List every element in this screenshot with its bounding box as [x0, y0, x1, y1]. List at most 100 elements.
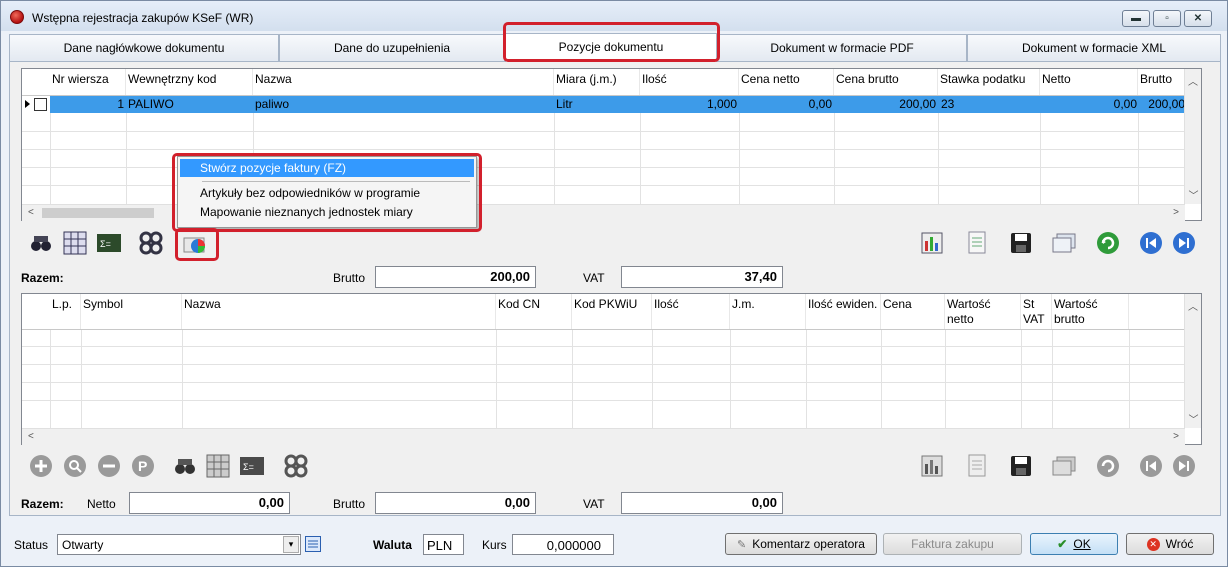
col-cena-netto[interactable]: Cena netto: [739, 69, 834, 95]
calculator-icon[interactable]: Σ=: [95, 229, 123, 257]
windows-icon[interactable]: [1050, 229, 1078, 257]
grid-line: [806, 330, 807, 428]
refresh-icon[interactable]: [1094, 452, 1122, 480]
scroll-left-icon[interactable]: <: [28, 431, 34, 442]
invoice-items-grid[interactable]: L.p. Symbol Nazwa Kod CN Kod PKWiU Ilość…: [21, 293, 1202, 445]
col-wartosc-netto[interactable]: Wartość netto: [945, 294, 1021, 329]
col-netto[interactable]: Netto: [1040, 69, 1138, 95]
col-nazwa[interactable]: Nazwa: [182, 294, 496, 329]
col-nr-wiersza[interactable]: Nr wiersza: [50, 69, 126, 95]
col-kod-pkwiu[interactable]: Kod PKWiU: [572, 294, 652, 329]
chevron-down-icon[interactable]: ▾: [283, 536, 299, 553]
scroll-left-icon[interactable]: <: [28, 207, 34, 218]
menu-item-mapowanie-jednostek[interactable]: Mapowanie nieznanych jednostek miary: [180, 203, 474, 221]
ok-label: OK: [1073, 537, 1091, 551]
col-cena-brutto[interactable]: Cena brutto: [834, 69, 938, 95]
cell-nr: 1: [117, 97, 124, 111]
maximize-button[interactable]: ▫: [1153, 10, 1181, 27]
tab-dokument-xml[interactable]: Dokument w formacie XML: [967, 34, 1221, 61]
table-grid-icon[interactable]: [61, 229, 89, 257]
calculator-icon[interactable]: Σ=: [238, 452, 266, 480]
list-icon[interactable]: [305, 536, 321, 552]
document-icon[interactable]: [963, 229, 991, 257]
minimize-button[interactable]: ▬: [1122, 10, 1150, 27]
cell-kod: PALIWO: [128, 97, 174, 111]
grid-line: [739, 113, 740, 204]
cell-netto: 0,00: [1113, 97, 1137, 111]
ok-button[interactable]: ✔ OK: [1030, 533, 1118, 555]
menu-item-artykuly-bez-odpowiednikow[interactable]: Artykuły bez odpowiedników w programie: [180, 184, 474, 202]
horizontal-scrollbar[interactable]: < >: [22, 428, 1185, 445]
binoculars-icon[interactable]: [27, 229, 55, 257]
zoom-icon[interactable]: [61, 452, 89, 480]
save-icon[interactable]: [1007, 452, 1035, 480]
table-row[interactable]: 1 PALIWO paliwo Litr 1,000 0,00 200,00 2…: [50, 96, 1185, 113]
windows-icon[interactable]: [1050, 452, 1078, 480]
p-icon[interactable]: P: [129, 452, 157, 480]
col-nazwa[interactable]: Nazwa: [253, 69, 554, 95]
menu-item-stworz-pozycje[interactable]: Stwórz pozycje faktury (FZ): [180, 159, 474, 177]
tab-pozycje-dokumentu[interactable]: Pozycje dokumentu: [505, 33, 717, 62]
cell-cena-netto: 0,00: [808, 97, 832, 111]
col-wartosc-brutto[interactable]: Wartość brutto: [1052, 294, 1129, 329]
last-record-icon[interactable]: [1170, 452, 1198, 480]
grid-line: [652, 330, 653, 428]
komentarz-operatora-button[interactable]: ✎ Komentarz operatora: [725, 533, 877, 555]
brutto-label: Brutto: [333, 271, 366, 285]
grid-line: [938, 113, 939, 204]
remove-icon[interactable]: [95, 452, 123, 480]
waluta-field[interactable]: PLN: [423, 534, 464, 555]
binoculars-icon[interactable]: [171, 452, 199, 480]
vertical-scrollbar[interactable]: ︿ ﹀: [1184, 69, 1201, 204]
col-lp[interactable]: L.p.: [50, 294, 81, 329]
first-record-icon[interactable]: [1137, 229, 1165, 257]
close-button[interactable]: ✕: [1184, 10, 1212, 27]
status-select[interactable]: Otwarty ▾: [57, 534, 301, 555]
svg-text:P: P: [138, 458, 147, 474]
col-cena[interactable]: Cena: [881, 294, 945, 329]
tab-dane-do-uzupelnienia[interactable]: Dane do uzupełnienia: [279, 34, 505, 61]
document-icon[interactable]: [963, 452, 991, 480]
scroll-down-icon[interactable]: ﹀: [1185, 187, 1202, 202]
create-invoice-icon[interactable]: [181, 231, 209, 259]
col-stawka[interactable]: Stawka podatku: [938, 69, 1040, 95]
col-symbol[interactable]: Symbol: [81, 294, 182, 329]
scroll-up-icon[interactable]: ︿: [1185, 73, 1201, 88]
first-record-icon[interactable]: [1137, 452, 1165, 480]
col-st-vat[interactable]: St VAT: [1021, 294, 1052, 329]
tab-dokument-pdf[interactable]: Dokument w formacie PDF: [717, 34, 967, 61]
table-grid-icon[interactable]: [204, 452, 232, 480]
col-ilosc-ewiden[interactable]: Ilość ewiden.: [806, 294, 881, 329]
scroll-up-icon[interactable]: ︿: [1185, 298, 1201, 313]
last-record-icon[interactable]: [1170, 229, 1198, 257]
scroll-thumb[interactable]: [42, 208, 154, 218]
menu-separator: [202, 181, 470, 182]
gears-icon[interactable]: [137, 229, 165, 257]
refresh-icon[interactable]: [1094, 229, 1122, 257]
gears-icon[interactable]: [282, 452, 310, 480]
add-icon[interactable]: [27, 452, 55, 480]
col-brutto[interactable]: Brutto: [1138, 69, 1185, 95]
scroll-right-icon[interactable]: >: [1173, 431, 1179, 442]
cell-stawka: 23: [941, 97, 955, 111]
col-jm[interactable]: J.m.: [730, 294, 806, 329]
col-ilosc[interactable]: Ilość: [652, 294, 730, 329]
chart-report-icon[interactable]: [918, 452, 946, 480]
row-checkbox[interactable]: [34, 98, 47, 111]
chart-report-icon[interactable]: [918, 229, 946, 257]
kurs-field[interactable]: 0,000000: [512, 534, 614, 555]
col-miara[interactable]: Miara (j.m.): [554, 69, 640, 95]
col-ilosc[interactable]: Ilość: [640, 69, 739, 95]
wroc-button[interactable]: ✕ Wróć: [1126, 533, 1214, 555]
scroll-down-icon[interactable]: ﹀: [1185, 411, 1202, 426]
save-icon[interactable]: [1007, 229, 1035, 257]
col-wewnetrzny-kod[interactable]: Wewnętrzny kod: [126, 69, 253, 95]
cell-cena-brutto: 200,00: [899, 97, 936, 111]
faktura-zakupu-button[interactable]: Faktura zakupu: [883, 533, 1022, 555]
tab-dane-naglowkowe[interactable]: Dane nagłówkowe dokumentu: [9, 34, 279, 61]
grid-line: [50, 113, 51, 204]
scroll-right-icon[interactable]: >: [1173, 207, 1179, 218]
wroc-label: Wróć: [1165, 537, 1194, 551]
col-kod-cn[interactable]: Kod CN: [496, 294, 572, 329]
vertical-scrollbar[interactable]: ︿ ﹀: [1184, 294, 1201, 428]
